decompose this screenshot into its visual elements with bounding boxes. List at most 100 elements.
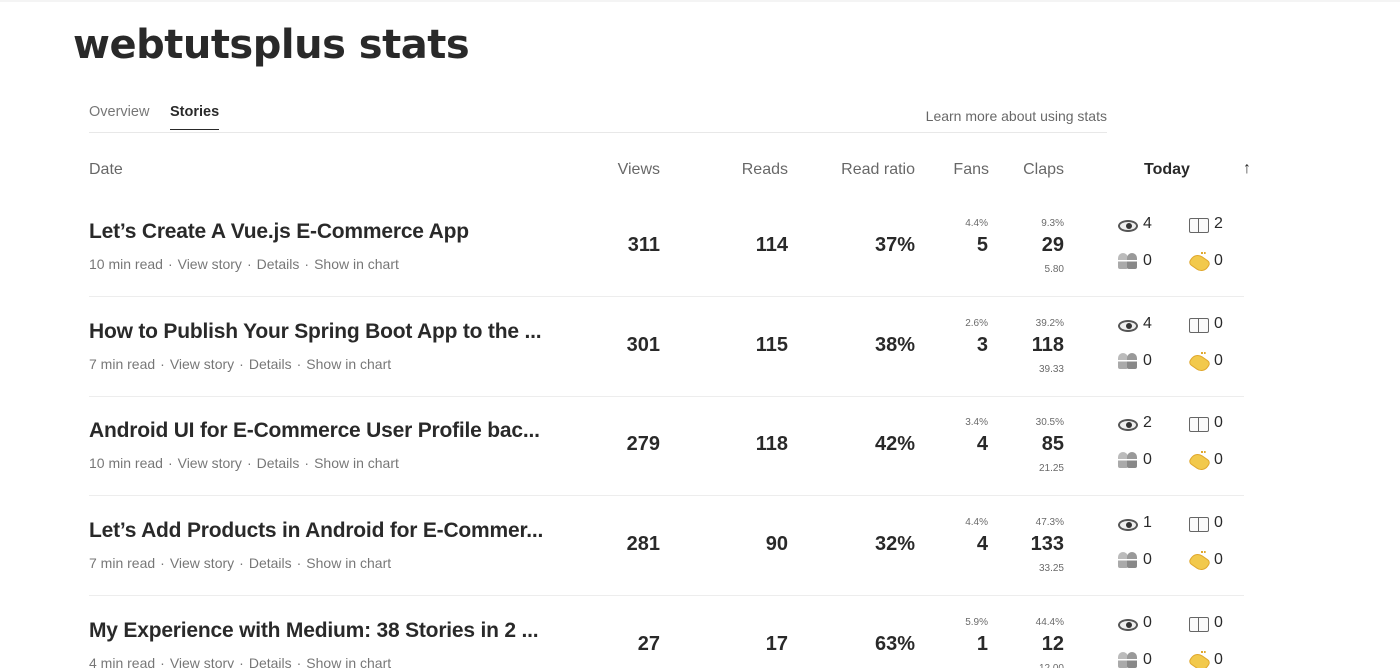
separator: · (160, 356, 165, 372)
clap-icon (1189, 651, 1209, 668)
today-fans-count: 0 (1143, 551, 1152, 568)
story-title[interactable]: Let’s Create A Vue.js E-Commerce App (89, 220, 469, 244)
today-claps-count: 0 (1214, 651, 1223, 668)
today-views: 2 (1118, 414, 1152, 432)
table-row: How to Publish Your Spring Boot App to t… (0, 298, 1400, 398)
separator: · (246, 455, 252, 471)
separator: · (239, 356, 244, 372)
table-row: Let’s Create A Vue.js E-Commerce App 10 … (0, 198, 1400, 298)
claps-percent: 47.3% (1035, 517, 1064, 528)
story-title[interactable]: How to Publish Your Spring Boot App to t… (89, 320, 542, 344)
details-link[interactable]: Details (249, 655, 292, 668)
today-reads: 0 (1189, 315, 1223, 333)
views-count: 301 (626, 334, 660, 356)
reads-count: 118 (755, 433, 788, 455)
separator: · (167, 455, 173, 471)
read-ratio-value: 37% (874, 234, 915, 256)
eye-icon (1118, 219, 1138, 232)
separator: · (296, 555, 302, 571)
learn-more-link[interactable]: Learn more about using stats (926, 108, 1107, 124)
reads-count: 17 (765, 633, 788, 655)
show-in-chart-link[interactable]: Show in chart (314, 455, 399, 471)
claps-count: 133 (1030, 533, 1064, 555)
eye-icon (1118, 518, 1138, 531)
today-fans: 0 (1118, 551, 1152, 569)
table-row: Let’s Add Products in Android for E-Comm… (0, 497, 1400, 597)
separator: · (246, 256, 252, 272)
details-link[interactable]: Details (257, 455, 300, 471)
today-claps-count: 0 (1214, 551, 1223, 568)
tab-overview[interactable]: Overview (89, 104, 149, 120)
reads-count: 115 (755, 334, 788, 356)
today-claps-count: 0 (1214, 451, 1223, 468)
claps-per-fan: 21.25 (1038, 463, 1064, 474)
today-reads-count: 0 (1214, 315, 1223, 332)
today-reads-count: 0 (1214, 614, 1223, 631)
column-fans[interactable]: Fans (920, 161, 989, 179)
details-link[interactable]: Details (249, 555, 292, 571)
fans-count: 3 (976, 334, 988, 356)
table-row: My Experience with Medium: 38 Stories in… (0, 597, 1400, 668)
views-count: 311 (627, 234, 660, 256)
column-read-ratio[interactable]: Read ratio (800, 161, 915, 179)
story-meta: 10 min read · View story · Details · Show in c… (89, 256, 399, 272)
separator: · (296, 356, 302, 372)
today-fans-count: 0 (1143, 352, 1152, 369)
eye-icon (1118, 319, 1138, 332)
today-claps-count: 0 (1214, 252, 1223, 269)
eye-icon (1118, 418, 1138, 431)
read-time: 10 min read (89, 455, 163, 471)
today-claps-count: 0 (1214, 352, 1223, 369)
clap-icon (1189, 551, 1209, 569)
fans-percent: 3.4% (965, 417, 988, 428)
show-in-chart-link[interactable]: Show in chart (306, 555, 391, 571)
eye-icon (1118, 618, 1138, 631)
book-icon (1189, 218, 1209, 233)
read-ratio-value: 63% (874, 633, 915, 655)
show-in-chart-link[interactable]: Show in chart (306, 655, 391, 668)
claps-count: 118 (1031, 334, 1064, 356)
view-story-link[interactable]: View story (170, 655, 234, 668)
column-date[interactable]: Date (89, 161, 123, 179)
people-icon (1118, 551, 1138, 569)
show-in-chart-link[interactable]: Show in chart (306, 356, 391, 372)
today-fans-count: 0 (1143, 252, 1152, 269)
view-story-link[interactable]: View story (170, 555, 234, 571)
story-title[interactable]: My Experience with Medium: 38 Stories in… (89, 619, 539, 643)
column-claps[interactable]: Claps (1000, 161, 1064, 179)
people-icon (1118, 651, 1138, 668)
column-views[interactable]: Views (560, 161, 660, 179)
arrow-up-icon[interactable]: ↑ (1243, 160, 1251, 178)
tab-stories[interactable]: Stories (170, 104, 220, 130)
stats-tabs: Overview Stories Learn more about using … (89, 100, 1107, 133)
details-link[interactable]: Details (257, 256, 300, 272)
separator: · (160, 655, 165, 668)
story-title[interactable]: Android UI for E-Commerce User Profile b… (89, 419, 540, 443)
today-claps: 0 (1189, 252, 1223, 270)
story-title[interactable]: Let’s Add Products in Android for E-Comm… (89, 519, 543, 543)
views-count: 281 (626, 533, 660, 555)
today-claps: 0 (1189, 451, 1223, 469)
view-story-link[interactable]: View story (170, 356, 234, 372)
today-views: 4 (1118, 315, 1152, 333)
show-in-chart-link[interactable]: Show in chart (314, 256, 399, 272)
book-icon (1189, 617, 1209, 632)
views-count: 27 (637, 633, 660, 655)
clap-icon (1189, 252, 1209, 270)
today-fans-count: 0 (1143, 451, 1152, 468)
details-link[interactable]: Details (249, 356, 292, 372)
separator: · (304, 455, 310, 471)
today-views-count: 4 (1143, 215, 1152, 232)
fans-count: 5 (976, 234, 988, 256)
fans-percent: 4.4% (965, 517, 988, 528)
view-story-link[interactable]: View story (178, 256, 242, 272)
column-today: Today (1144, 161, 1190, 178)
today-reads-count: 2 (1214, 215, 1223, 232)
read-time: 10 min read (89, 256, 163, 272)
story-meta: 7 min read · View story · Details · Show in ch… (89, 356, 391, 372)
today-claps: 0 (1189, 651, 1223, 668)
fans-percent: 5.9% (965, 617, 988, 628)
column-reads[interactable]: Reads (688, 161, 788, 179)
view-story-link[interactable]: View story (178, 455, 242, 471)
today-views-count: 0 (1143, 614, 1152, 631)
